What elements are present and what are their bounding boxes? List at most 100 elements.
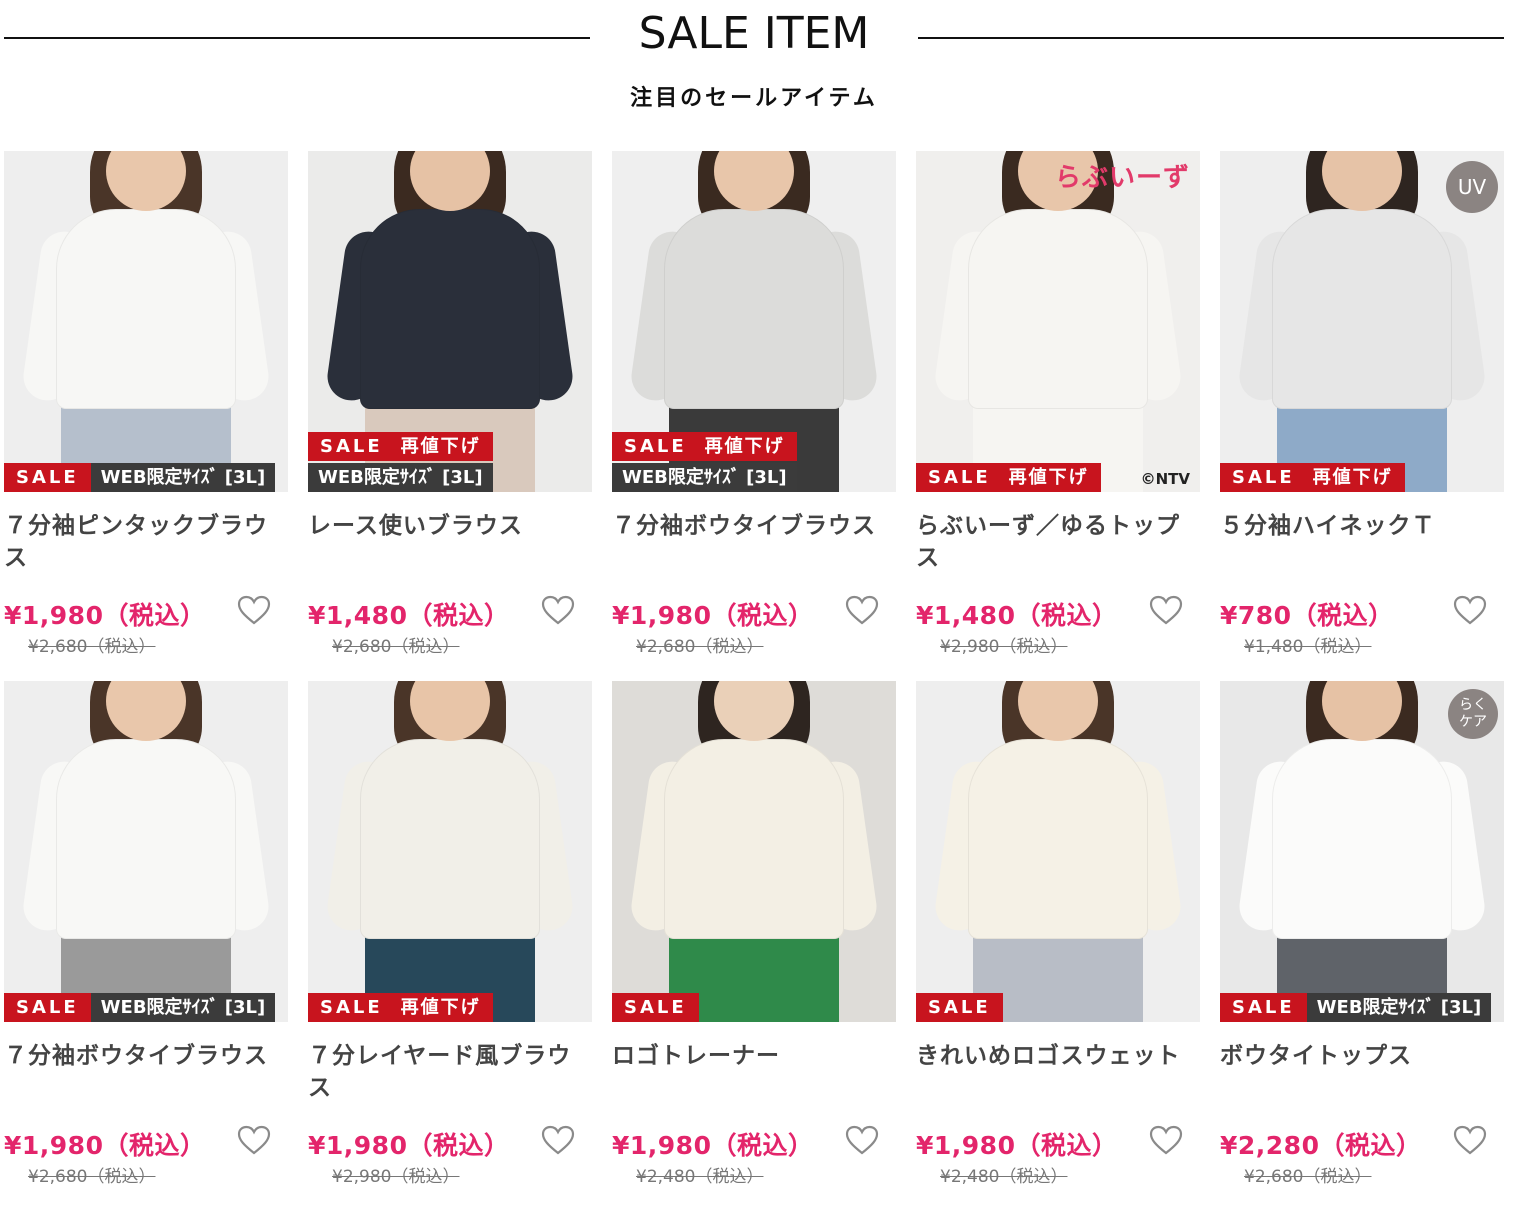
product-image[interactable]: SALE <box>916 681 1200 1022</box>
sale-tag-bar: SALE 再値下げ <box>1220 463 1405 492</box>
product-name[interactable]: ５分袖ハイネックＴ <box>1220 510 1504 574</box>
product-card[interactable]: SALE ロゴトレーナー ¥1,980（税込） ¥2,480（税込） <box>612 681 896 1206</box>
price-row: ¥1,980（税込） <box>4 594 288 630</box>
product-row-1: SALE WEB限定ｻｲｽﾞ [3L] ７分袖ピンタックブラウス ¥1,980（税込）… <box>4 151 1504 681</box>
product-card[interactable]: らぶいーず ©NTV SALE 再値下げらぶいーず／ゆるトップス ¥1,480（税込） ¥… <box>916 151 1200 681</box>
product-image[interactable]: SALE <box>612 681 896 1022</box>
original-price: ¥2,680（税込） <box>636 637 764 657</box>
product-name[interactable]: ロゴトレーナー <box>612 1040 896 1104</box>
sale-tag-bar: SALE WEB限定ｻｲｽﾞ [3L] <box>1220 993 1492 1022</box>
heart-outline-icon[interactable] <box>236 594 272 626</box>
web-size-tag: WEB限定ｻｲｽﾞ [3L] <box>90 463 276 492</box>
markdown-tag: 再値下げ <box>698 432 797 461</box>
product-card[interactable]: SALE WEB限定ｻｲｽﾞ [3L] ７分袖ボウタイブラウス ¥1,980（税込） ¥… <box>4 681 288 1206</box>
product-image[interactable]: SALE 再値下げ WEB限定ｻｲｽﾞ [3L] <box>612 151 896 492</box>
markdown-tag: 再値下げ <box>1002 463 1101 492</box>
product-card[interactable]: UV SALE 再値下げ ５分袖ハイネックＴ ¥780（税込） ¥1,480（税込） <box>1220 151 1504 681</box>
original-price: ¥2,680（税込） <box>332 637 460 657</box>
product-image[interactable]: SALE WEB限定ｻｲｽﾞ [3L] <box>4 681 288 1022</box>
product-card[interactable]: SALE きれいめロゴスウェット ¥1,980（税込） ¥2,480（税込） <box>916 681 1200 1206</box>
product-card[interactable]: らく ケア SALE WEB限定ｻｲｽﾞ [3L] ボウタイトップス ¥2,280（税込… <box>1220 681 1504 1206</box>
price-row: ¥1,980（税込） <box>308 1124 592 1160</box>
product-card[interactable]: SALE 再値下げ WEB限定ｻｲｽﾞ [3L] レース使いブラウス ¥1,480（税込… <box>308 151 592 681</box>
product-image[interactable]: UV SALE 再値下げ <box>1220 151 1504 492</box>
garment-top <box>360 739 540 939</box>
markdown-tag: 再値下げ <box>1306 463 1405 492</box>
garment-top <box>664 739 844 939</box>
sale-tag-bar: SALE WEB限定ｻｲｽﾞ [3L] <box>4 463 276 492</box>
model-figure <box>324 681 576 1022</box>
heart-outline-icon[interactable] <box>1452 594 1488 626</box>
web-size-tag-bar: WEB限定ｻｲｽﾞ [3L] <box>308 463 493 492</box>
product-name[interactable]: ７分レイヤード風ブラウス <box>308 1040 592 1104</box>
web-size-tag: WEB限定ｻｲｽﾞ [3L] <box>90 993 276 1022</box>
product-name[interactable]: レース使いブラウス <box>308 510 592 574</box>
product-image[interactable]: SALE 再値下げ WEB限定ｻｲｽﾞ [3L] <box>308 151 592 492</box>
product-image[interactable]: SALE WEB限定ｻｲｽﾞ [3L] <box>4 151 288 492</box>
price-row: ¥1,980（税込） <box>4 1124 288 1160</box>
model-figure <box>1236 151 1488 492</box>
product-name[interactable]: ７分袖ボウタイブラウス <box>4 1040 288 1104</box>
model-figure <box>628 681 880 1022</box>
web-size-tag: WEB限定ｻｲｽﾞ [3L] <box>308 463 493 492</box>
product-image[interactable]: SALE 再値下げ <box>308 681 592 1022</box>
price-row: ¥1,480（税込） <box>308 594 592 630</box>
product-name[interactable]: ボウタイトップス <box>1220 1040 1504 1104</box>
garment-top <box>56 739 236 939</box>
garment-top <box>360 209 540 409</box>
heart-outline-icon[interactable] <box>1148 1124 1184 1156</box>
original-price: ¥2,480（税込） <box>636 1167 764 1187</box>
sale-tag: SALE <box>916 993 1003 1022</box>
product-image[interactable]: らく ケア SALE WEB限定ｻｲｽﾞ [3L] <box>1220 681 1504 1022</box>
original-price: ¥1,480（税込） <box>1244 637 1372 657</box>
sale-tag: SALE <box>1220 993 1307 1022</box>
brand-logo: らぶいーず <box>1054 163 1190 193</box>
sale-tag: SALE <box>612 432 699 461</box>
original-price: ¥2,980（税込） <box>940 637 1068 657</box>
sale-tag-bar: SALE WEB限定ｻｲｽﾞ [3L] <box>4 993 276 1022</box>
product-name[interactable]: ７分袖ボウタイブラウス <box>612 510 896 574</box>
web-size-tag: WEB限定ｻｲｽﾞ [3L] <box>612 463 797 492</box>
heart-outline-icon[interactable] <box>1148 594 1184 626</box>
original-price: ¥2,680（税込） <box>1244 1167 1372 1187</box>
product-card[interactable]: SALE 再値下げ ７分レイヤード風ブラウス ¥1,980（税込） ¥2,980（税込） <box>308 681 592 1206</box>
heart-outline-icon[interactable] <box>844 594 880 626</box>
model-figure <box>20 151 272 492</box>
price-row: ¥780（税込） <box>1220 594 1504 630</box>
garment-top <box>1272 739 1452 939</box>
model-figure <box>1236 681 1488 1022</box>
sale-tag: SALE <box>612 993 699 1022</box>
heart-outline-icon[interactable] <box>540 1124 576 1156</box>
product-name[interactable]: ７分袖ピンタックブラウス <box>4 510 288 574</box>
section-header: SALE ITEM 注目のセールアイテム <box>0 0 1536 130</box>
garment-top <box>968 209 1148 409</box>
sale-tag: SALE <box>4 463 91 492</box>
sale-tag: SALE <box>308 432 395 461</box>
original-price: ¥2,980（税込） <box>332 1167 460 1187</box>
heart-outline-icon[interactable] <box>236 1124 272 1156</box>
product-image[interactable]: らぶいーず ©NTV SALE 再値下げ <box>916 151 1200 492</box>
heart-outline-icon[interactable] <box>540 594 576 626</box>
heart-outline-icon[interactable] <box>1452 1124 1488 1156</box>
web-size-tag: WEB限定ｻｲｽﾞ [3L] <box>1306 993 1492 1022</box>
original-price: ¥2,480（税込） <box>940 1167 1068 1187</box>
sale-tag: SALE <box>916 463 1003 492</box>
markdown-tag: 再値下げ <box>394 432 493 461</box>
product-name[interactable]: きれいめロゴスウェット <box>916 1040 1200 1104</box>
original-price: ¥2,680（税込） <box>28 637 156 657</box>
copyright-text: ©NTV <box>1140 470 1190 488</box>
product-card[interactable]: SALE WEB限定ｻｲｽﾞ [3L] ７分袖ピンタックブラウス ¥1,980（税込）… <box>4 151 288 681</box>
price-row: ¥1,980（税込） <box>916 1124 1200 1160</box>
product-grid: SALE WEB限定ｻｲｽﾞ [3L] ７分袖ピンタックブラウス ¥1,980（税込）… <box>4 151 1504 1206</box>
price-row: ¥1,980（税込） <box>612 594 896 630</box>
sale-tag: SALE <box>308 993 395 1022</box>
product-card[interactable]: SALE 再値下げ WEB限定ｻｲｽﾞ [3L] ７分袖ボウタイブラウス ¥1,980（… <box>612 151 896 681</box>
sale-tag-bar: SALE <box>612 993 699 1022</box>
heart-outline-icon[interactable] <box>844 1124 880 1156</box>
original-price: ¥2,680（税込） <box>28 1167 156 1187</box>
product-row-2: SALE WEB限定ｻｲｽﾞ [3L] ７分袖ボウタイブラウス ¥1,980（税込） ¥… <box>4 681 1504 1206</box>
product-name[interactable]: らぶいーず／ゆるトップス <box>916 510 1200 574</box>
price-row: ¥1,480（税込） <box>916 594 1200 630</box>
web-size-tag-bar: WEB限定ｻｲｽﾞ [3L] <box>612 463 797 492</box>
sale-tag-bar: SALE 再値下げ <box>916 463 1101 492</box>
